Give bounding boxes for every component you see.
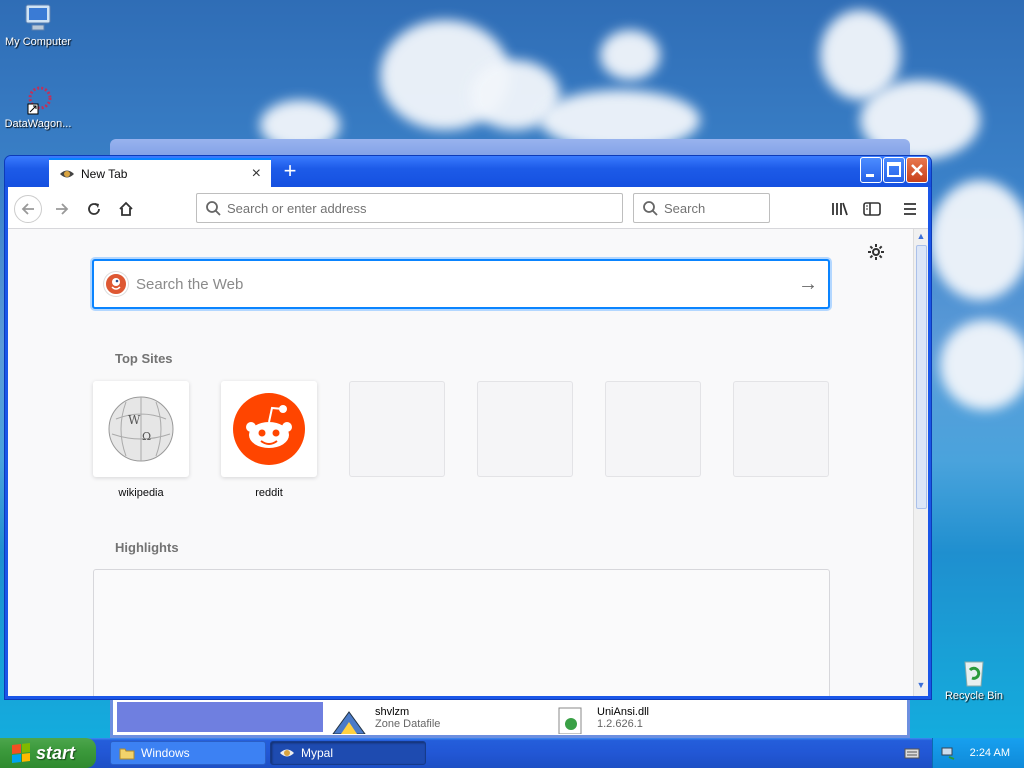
web-search-box[interactable]: → (92, 259, 830, 309)
forward-button[interactable] (48, 195, 76, 223)
windows-logo-icon (12, 743, 30, 763)
start-label: start (36, 742, 76, 763)
top-site-label: wikipedia (118, 487, 164, 499)
taskbar-item-label: Mypal (301, 746, 334, 760)
forward-arrow-icon (56, 203, 69, 215)
search-submit-arrow-icon[interactable]: → (798, 273, 818, 296)
back-arrow-icon (21, 203, 34, 215)
background-window-body: shvlzm Zone Datafile UniAnsi.dll 1.2.626… (110, 698, 910, 738)
datawagon-shortcut-icon (22, 84, 54, 116)
taskbar-item-mypal[interactable]: Mypal (270, 741, 426, 765)
menu-button[interactable] (896, 195, 924, 223)
dll-file-icon (553, 706, 589, 735)
vertical-scrollbar[interactable]: ▲ ▼ (913, 229, 928, 696)
file-version: 1.2.626.1 (597, 718, 643, 730)
navigation-toolbar (8, 187, 928, 229)
reload-icon (88, 203, 100, 215)
address-bar[interactable] (196, 193, 623, 223)
file-item[interactable]: UniAnsi.dll 1.2.626.1 (553, 706, 649, 735)
desktop-icon-label: Recycle Bin (944, 690, 1004, 702)
reddit-alien-icon (221, 381, 317, 477)
desktop-icon-label: My Computer (4, 36, 72, 48)
top-site-placeholder (733, 381, 829, 477)
taskbar: start Windows Mypal 2:24 AM (0, 738, 1024, 768)
taskbar-item-label: Windows (141, 746, 190, 760)
keyboard-icon[interactable] (904, 746, 920, 763)
clock[interactable]: 2:24 AM (970, 747, 1010, 759)
taskbar-item-windows[interactable]: Windows (110, 741, 266, 765)
zone-datafile-icon (331, 706, 367, 735)
settings-gear-icon[interactable] (867, 243, 885, 267)
file-type: Zone Datafile (375, 718, 441, 730)
folder-icon (119, 748, 135, 760)
top-site-tile[interactable]: reddit (221, 381, 317, 499)
top-site-label: reddit (255, 487, 283, 499)
background-window-sidebar (117, 702, 323, 732)
browser-titlebar[interactable]: New Tab × + (5, 156, 931, 187)
network-icon[interactable] (940, 745, 956, 761)
scrollbar-thumb[interactable] (916, 245, 927, 509)
home-button[interactable] (112, 195, 140, 223)
top-site-placeholder (349, 381, 445, 477)
highlights-panel (93, 569, 830, 696)
file-name: shvlzm (375, 706, 410, 718)
mypal-favicon-icon (59, 167, 75, 181)
start-button[interactable]: start (0, 738, 96, 768)
scroll-up-arrow-icon[interactable]: ▲ (915, 231, 927, 245)
maximize-button[interactable] (883, 157, 905, 183)
library-icon (832, 202, 848, 216)
desktop-icon-recycle-bin[interactable]: Recycle Bin (936, 656, 1012, 702)
top-site-placeholder (605, 381, 701, 477)
duckduckgo-icon (104, 272, 128, 296)
sidebar-icon (863, 202, 881, 216)
desktop-icon-datawagon[interactable]: DataWagon... (0, 84, 76, 130)
home-icon (119, 201, 133, 216)
desktop-icon-my-computer[interactable]: My Computer (0, 2, 76, 48)
sidebar-toggle-button[interactable] (858, 195, 886, 223)
top-sites-heading: Top Sites (115, 351, 173, 366)
highlights-heading: Highlights (115, 540, 179, 555)
desktop-icon-label: DataWagon... (4, 118, 72, 130)
file-item[interactable]: shvlzm Zone Datafile (331, 706, 441, 735)
search-bar[interactable] (633, 193, 770, 223)
mypal-icon (280, 749, 294, 757)
recycle-bin-icon (958, 656, 990, 688)
new-tab-page: → Top Sites WΩ wikipedia reddit Highligh… (8, 229, 913, 696)
top-site-placeholder (477, 381, 573, 477)
browser-content-area: → Top Sites WΩ wikipedia reddit Highligh… (8, 187, 928, 696)
library-button[interactable] (826, 195, 854, 223)
scroll-down-arrow-icon[interactable]: ▼ (915, 680, 927, 694)
minimize-button[interactable] (860, 157, 882, 183)
tab-new-tab[interactable]: New Tab × (49, 158, 271, 187)
close-window-button[interactable] (906, 157, 928, 183)
web-search-input[interactable] (136, 275, 798, 293)
new-tab-button[interactable]: + (275, 159, 305, 185)
address-input[interactable] (227, 200, 622, 216)
file-name: UniAnsi.dll (597, 706, 649, 718)
top-site-tile[interactable]: WΩ wikipedia (93, 381, 189, 499)
wikipedia-globe-icon: WΩ (93, 381, 189, 477)
tab-title: New Tab (81, 166, 128, 181)
my-computer-icon (22, 2, 54, 34)
browser-window: New Tab × + Search or enter address Sear… (4, 155, 932, 700)
system-tray: 2:24 AM (932, 738, 1024, 768)
tab-close-icon[interactable]: × (252, 165, 261, 183)
search-icon (206, 201, 221, 216)
search-icon (643, 201, 658, 216)
hamburger-menu-icon (904, 203, 916, 215)
svg-text:W: W (128, 413, 141, 427)
back-button[interactable] (14, 195, 42, 223)
reload-button[interactable] (80, 195, 108, 223)
search-input[interactable] (664, 200, 769, 216)
svg-text:Ω: Ω (142, 430, 151, 443)
